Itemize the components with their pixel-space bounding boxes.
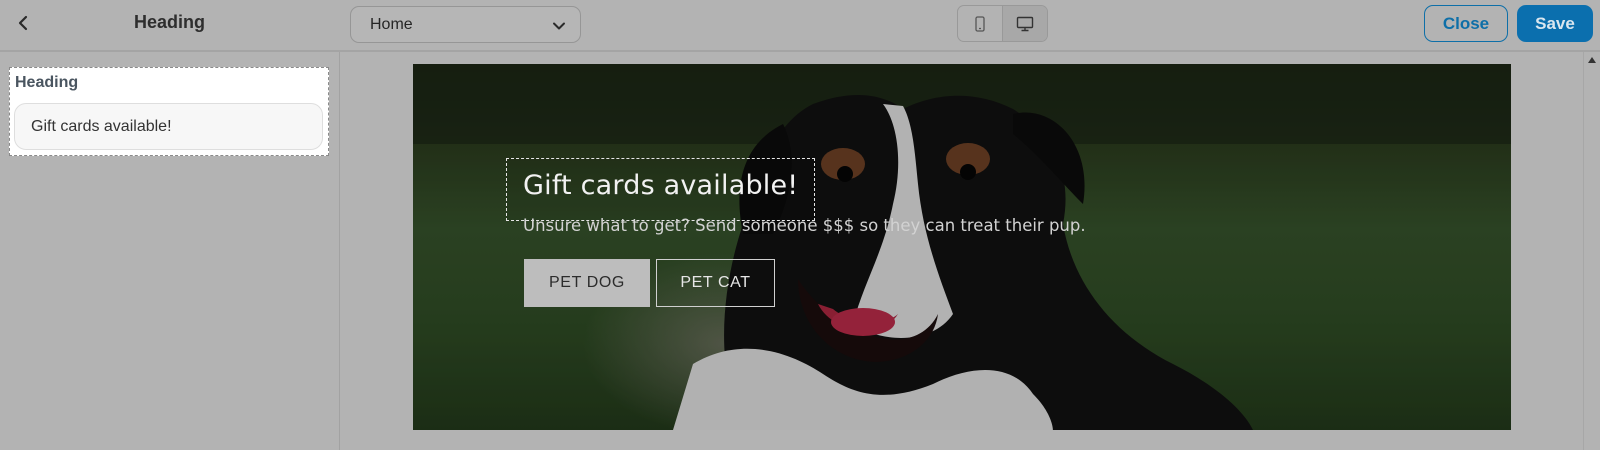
top-toolbar: Heading Home Close Save bbox=[0, 0, 1600, 52]
banner-subheading: Unsure what to get? Send someone $$$ so … bbox=[523, 216, 1086, 235]
banner-dim-overlay bbox=[413, 64, 1511, 430]
scroll-up-arrow-icon[interactable] bbox=[1588, 57, 1596, 63]
device-toggle bbox=[957, 5, 1048, 42]
editor-panel: Heading Gift cards available! bbox=[0, 52, 340, 450]
panel-title: Heading bbox=[134, 12, 206, 32]
heading-field-label: Heading bbox=[15, 74, 79, 91]
chevron-down-icon bbox=[553, 22, 565, 30]
heading-text-input[interactable]: Gift cards available! bbox=[14, 103, 323, 150]
mobile-view-button[interactable] bbox=[958, 6, 1003, 41]
preview-canvas: Gift cards available! Unsure what to get… bbox=[341, 52, 1583, 450]
save-button[interactable]: Save bbox=[1517, 5, 1593, 42]
desktop-icon bbox=[1016, 16, 1033, 31]
page-select-value: Home bbox=[370, 15, 413, 33]
heading-editor-block: Heading Gift cards available! bbox=[9, 67, 329, 156]
chevron-left-icon bbox=[18, 15, 28, 31]
preview-scrollbar[interactable] bbox=[1583, 52, 1600, 450]
desktop-view-button[interactable] bbox=[1002, 6, 1047, 41]
hero-banner: Gift cards available! Unsure what to get… bbox=[413, 64, 1511, 430]
pet-cat-button[interactable]: PET CAT bbox=[656, 259, 775, 307]
back-button[interactable] bbox=[10, 10, 36, 36]
close-button[interactable]: Close bbox=[1424, 5, 1508, 42]
banner-heading: Gift cards available! bbox=[523, 170, 799, 201]
pet-dog-button[interactable]: PET DOG bbox=[524, 259, 650, 307]
mobile-icon bbox=[975, 15, 985, 32]
page-select[interactable]: Home bbox=[350, 6, 581, 43]
